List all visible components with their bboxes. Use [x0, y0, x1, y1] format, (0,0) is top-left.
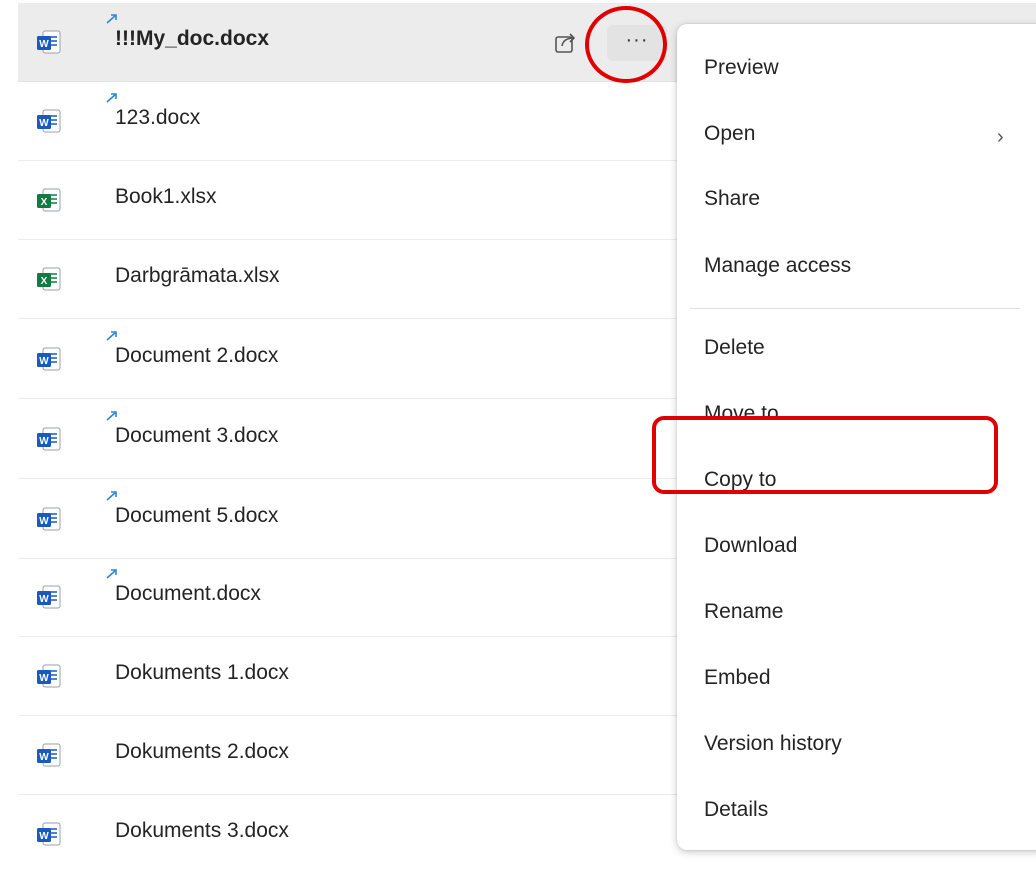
sync-icon: [104, 488, 120, 502]
file-name: Book1.xlsx: [115, 185, 217, 208]
file-name: Darbgrāmata.xlsx: [115, 264, 280, 287]
menu-item-open[interactable]: Open: [704, 122, 755, 146]
menu-item-manage-access[interactable]: Manage access: [704, 254, 851, 278]
svg-text:W: W: [39, 752, 49, 763]
sync-icon: [104, 408, 120, 422]
word-file-icon: W: [36, 821, 62, 847]
file-name: Dokuments 3.docx: [115, 819, 289, 842]
svg-text:W: W: [39, 356, 49, 367]
menu-item-details[interactable]: Details: [704, 798, 768, 822]
menu-item-version-history[interactable]: Version history: [704, 732, 842, 756]
word-file-icon: W: [36, 506, 62, 532]
svg-text:W: W: [39, 594, 49, 605]
menu-item-download[interactable]: Download: [704, 534, 797, 558]
highlight-rectangle: [652, 416, 998, 494]
share-icon[interactable]: [552, 28, 580, 56]
file-name: !!!My_doc.docx: [115, 27, 270, 50]
word-file-icon: W: [36, 29, 62, 55]
file-name: Document.docx: [115, 582, 261, 605]
excel-file-icon: X: [36, 266, 62, 292]
svg-text:W: W: [39, 39, 49, 50]
menu-item-rename[interactable]: Rename: [704, 600, 783, 624]
sync-icon: [104, 11, 120, 25]
file-name: Dokuments 2.docx: [115, 740, 289, 763]
word-file-icon: W: [36, 346, 62, 372]
menu-divider: [690, 308, 1020, 309]
word-file-icon: W: [36, 663, 62, 689]
word-file-icon: W: [36, 108, 62, 134]
menu-item-share[interactable]: Share: [704, 187, 760, 211]
sync-icon: [104, 90, 120, 104]
word-file-icon: W: [36, 584, 62, 610]
sync-icon: [104, 566, 120, 580]
svg-text:W: W: [39, 118, 49, 129]
menu-item-preview[interactable]: Preview: [704, 56, 779, 80]
sync-icon: [104, 328, 120, 342]
svg-text:X: X: [41, 276, 48, 287]
chevron-right-icon: ›: [997, 126, 1004, 148]
file-name: Document 2.docx: [115, 344, 279, 367]
menu-item-delete[interactable]: Delete: [704, 336, 765, 360]
svg-text:W: W: [39, 436, 49, 447]
file-name: Document 3.docx: [115, 424, 279, 447]
svg-text:W: W: [39, 516, 49, 527]
menu-item-embed[interactable]: Embed: [704, 666, 771, 690]
word-file-icon: W: [36, 426, 62, 452]
word-file-icon: W: [36, 742, 62, 768]
svg-text:W: W: [39, 831, 49, 842]
file-name: Document 5.docx: [115, 504, 279, 527]
file-name: Dokuments 1.docx: [115, 661, 289, 684]
excel-file-icon: X: [36, 187, 62, 213]
highlight-circle: [585, 6, 667, 83]
svg-text:X: X: [41, 197, 48, 208]
svg-text:W: W: [39, 673, 49, 684]
file-name: 123.docx: [115, 106, 201, 129]
